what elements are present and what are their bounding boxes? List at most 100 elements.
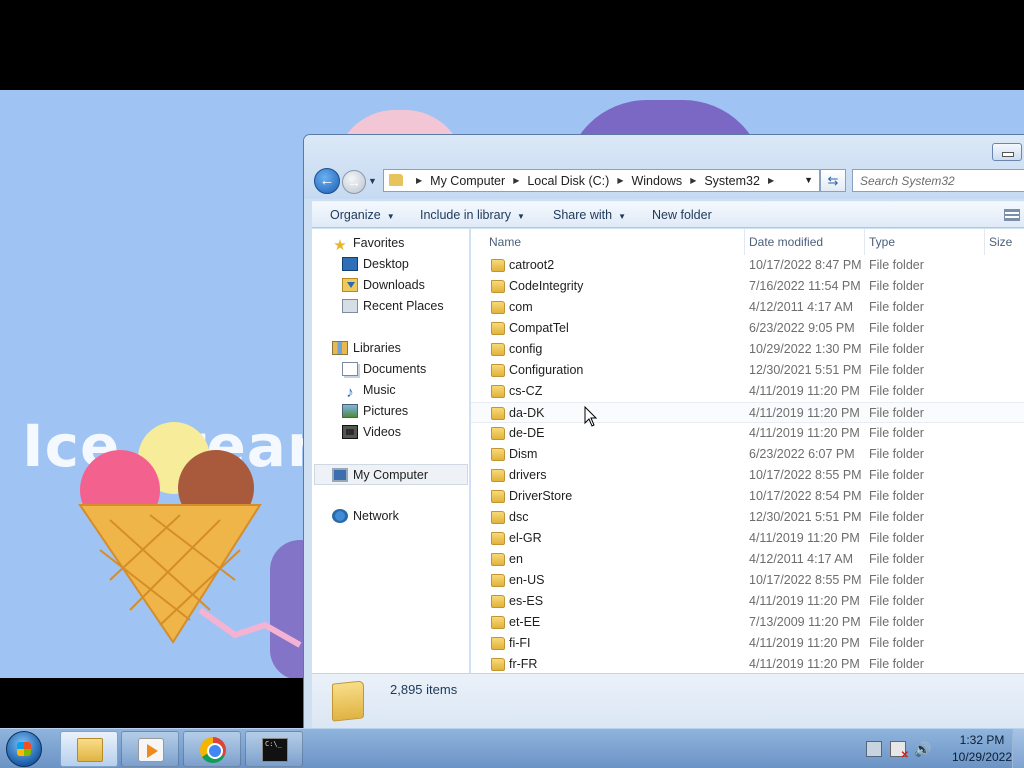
network-status-icon[interactable]: [866, 741, 882, 757]
action-center-icon[interactable]: [890, 741, 909, 761]
taskbar-media-player[interactable]: [121, 731, 179, 767]
recent-pages-dropdown[interactable]: ▼: [368, 176, 377, 186]
nav-libraries[interactable]: Libraries: [332, 338, 401, 359]
file-row[interactable]: CodeIntegrity 7/16/2022 11:54 PM File fold…: [471, 276, 1024, 297]
start-button[interactable]: [6, 731, 42, 767]
column-date-modified[interactable]: Date modified: [745, 229, 865, 255]
nav-music[interactable]: ♪ Music: [342, 380, 395, 401]
file-row[interactable]: Dism 6/23/2022 6:07 PM File folder: [471, 444, 1024, 465]
new-folder-button[interactable]: New folder: [652, 202, 712, 228]
include-in-library-menu[interactable]: Include in library ▼: [420, 202, 525, 228]
breadcrumb-system32[interactable]: System32: [704, 174, 760, 188]
share-with-menu[interactable]: Share with ▼: [553, 202, 626, 228]
chevron-right-icon[interactable]: ▶: [617, 176, 623, 185]
file-row[interactable]: fr-FR 4/11/2019 11:20 PM File folder: [471, 654, 1024, 673]
nav-my-computer[interactable]: My Computer: [314, 464, 468, 485]
file-row[interactable]: da-DK 4/11/2019 11:20 PM File folder: [471, 402, 1024, 423]
column-name[interactable]: Name: [485, 229, 745, 255]
file-row[interactable]: DriverStore 10/17/2022 8:54 PM File folder: [471, 486, 1024, 507]
folder-icon: [491, 301, 505, 314]
breadcrumb-local-disk[interactable]: Local Disk (C:): [527, 174, 609, 188]
address-history-dropdown[interactable]: ▼: [804, 175, 813, 185]
breadcrumb-my-computer[interactable]: My Computer: [430, 174, 505, 188]
nav-network[interactable]: Network: [332, 506, 399, 527]
file-row[interactable]: drivers 10/17/2022 8:55 PM File folder: [471, 465, 1024, 486]
file-rows: catroot2 10/17/2022 8:47 PM File folder Cod…: [471, 255, 1024, 673]
details-pane: 2,895 items: [312, 673, 1024, 729]
taskbar-chrome[interactable]: [183, 731, 241, 767]
chevron-right-icon[interactable]: ▶: [768, 176, 774, 185]
nav-documents-label: Documents: [363, 362, 427, 376]
file-row[interactable]: el-GR 4/11/2019 11:20 PM File folder: [471, 528, 1024, 549]
file-row[interactable]: CompatTel 6/23/2022 9:05 PM File folder: [471, 318, 1024, 339]
clock[interactable]: 1:32 PM 10/29/2022: [942, 732, 1022, 766]
nav-network-label: Network: [353, 509, 399, 523]
taskbar-command-prompt[interactable]: C:\_: [245, 731, 303, 767]
folder-icon: [491, 407, 505, 420]
file-date-modified: 4/12/2011 4:17 AM: [749, 552, 854, 566]
file-date-modified: 4/12/2011 4:17 AM: [749, 300, 854, 314]
nav-libraries-label: Libraries: [353, 341, 401, 355]
file-type: File folder: [869, 279, 924, 293]
file-name: config: [509, 342, 543, 356]
nav-recent-places[interactable]: Recent Places: [342, 296, 444, 317]
search-input[interactable]: [853, 170, 1024, 191]
refresh-button[interactable]: ⇆: [820, 169, 846, 192]
file-type: File folder: [869, 636, 924, 650]
back-arrow-icon: ←: [319, 172, 335, 189]
file-date-modified: 7/16/2022 11:54 PM: [749, 279, 861, 293]
clock-date: 10/29/2022: [951, 750, 1013, 764]
nav-pictures[interactable]: Pictures: [342, 401, 408, 422]
address-bar[interactable]: ▶ My Computer ▶ Local Disk (C:) ▶ Window…: [383, 169, 820, 192]
new-folder-label: New folder: [652, 208, 712, 222]
chevron-right-icon[interactable]: ▶: [690, 176, 696, 185]
nav-my-computer-label: My Computer: [353, 468, 429, 482]
chevron-down-icon: ▼: [386, 212, 395, 221]
nav-downloads[interactable]: Downloads: [342, 275, 425, 296]
taskbar-explorer[interactable]: [60, 731, 118, 767]
file-name: DriverStore: [509, 489, 573, 503]
file-row[interactable]: fi-FI 4/11/2019 11:20 PM File folder: [471, 633, 1024, 654]
volume-icon[interactable]: 🔊: [914, 741, 931, 757]
file-row[interactable]: en 4/12/2011 4:17 AM File folder: [471, 549, 1024, 570]
forward-button[interactable]: →: [342, 170, 366, 194]
libraries-icon: [332, 341, 348, 355]
chevron-right-icon[interactable]: ▶: [416, 176, 422, 185]
organize-label: Organize: [330, 208, 381, 222]
file-row[interactable]: catroot2 10/17/2022 8:47 PM File folder: [471, 255, 1024, 276]
nav-videos[interactable]: Videos: [342, 422, 401, 443]
nav-favorites[interactable]: ★ Favorites: [332, 233, 404, 254]
organize-menu[interactable]: Organize ▼: [330, 202, 395, 228]
change-view-button[interactable]: [1004, 209, 1020, 221]
show-desktop-button[interactable]: [1012, 729, 1024, 768]
file-type: File folder: [869, 531, 924, 545]
file-row[interactable]: de-DE 4/11/2019 11:20 PM File folder: [471, 423, 1024, 444]
column-size[interactable]: Size: [985, 229, 1024, 255]
file-row[interactable]: com 4/12/2011 4:17 AM File folder: [471, 297, 1024, 318]
file-row[interactable]: dsc 12/30/2021 5:51 PM File folder: [471, 507, 1024, 528]
folder-icon: [491, 385, 505, 398]
nav-documents[interactable]: Documents: [342, 359, 426, 380]
file-row[interactable]: Configuration 12/30/2021 5:51 PM File fold…: [471, 360, 1024, 381]
file-row[interactable]: et-EE 7/13/2009 11:20 PM File folder: [471, 612, 1024, 633]
nav-desktop[interactable]: Desktop: [342, 254, 409, 275]
column-type[interactable]: Type: [865, 229, 985, 255]
file-date-modified: 7/13/2009 11:20 PM: [749, 615, 861, 629]
breadcrumb-windows[interactable]: Windows: [631, 174, 682, 188]
folder-icon: [389, 174, 403, 186]
forward-arrow-icon: →: [347, 174, 361, 190]
chevron-right-icon[interactable]: ▶: [513, 176, 519, 185]
back-button[interactable]: ←: [314, 168, 340, 194]
file-name: dsc: [509, 510, 529, 524]
search-box[interactable]: [852, 169, 1024, 192]
computer-icon: [332, 468, 348, 482]
file-row[interactable]: config 10/29/2022 1:30 PM File folder: [471, 339, 1024, 360]
folder-icon: [491, 490, 505, 503]
file-date-modified: 10/17/2022 8:47 PM: [749, 258, 862, 272]
file-row[interactable]: en-US 10/17/2022 8:55 PM File folder: [471, 570, 1024, 591]
file-date-modified: 10/17/2022 8:55 PM: [749, 573, 862, 587]
minimize-button[interactable]: [992, 143, 1022, 161]
file-type: File folder: [869, 594, 924, 608]
file-row[interactable]: es-ES 4/11/2019 11:20 PM File folder: [471, 591, 1024, 612]
file-row[interactable]: cs-CZ 4/11/2019 11:20 PM File folder: [471, 381, 1024, 402]
